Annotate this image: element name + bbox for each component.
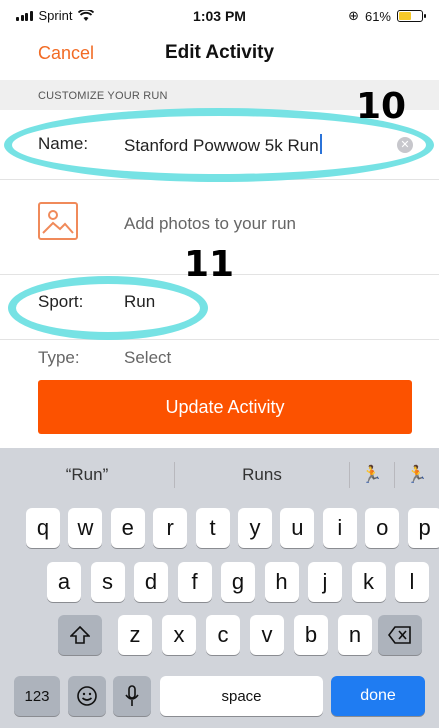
done-key[interactable]: done [331, 676, 425, 716]
smiley-icon [77, 686, 97, 706]
update-activity-button[interactable]: Update Activity [38, 380, 412, 434]
key-z[interactable]: z [118, 615, 152, 655]
key-k[interactable]: k [351, 562, 386, 602]
predictive-bar: “Run” Runs 🏃 🏃 [0, 448, 439, 502]
battery-info: ⊕ 61% [348, 8, 426, 24]
key-c[interactable]: c [206, 615, 240, 655]
dictation-key[interactable] [113, 676, 151, 716]
key-p[interactable]: p [407, 508, 439, 548]
key-n[interactable]: n [338, 615, 372, 655]
battery-percent: 61% [364, 8, 391, 24]
key-s[interactable]: s [90, 562, 125, 602]
key-u[interactable]: u [280, 508, 315, 548]
add-photos-label: Add photos to your run [124, 214, 297, 233]
microphone-icon [125, 685, 139, 706]
key-i[interactable]: i [322, 508, 357, 548]
key-g[interactable]: g [221, 562, 255, 602]
shift-key[interactable] [58, 615, 102, 655]
key-o[interactable]: o [365, 508, 400, 548]
page-title: Edit Activity [164, 42, 275, 63]
section-header-label: CUSTOMIZE YOUR RUN [38, 90, 168, 102]
suggestion-runs[interactable]: Runs [175, 465, 349, 485]
type-value[interactable]: Select [124, 348, 171, 368]
key-a[interactable]: a [47, 562, 81, 602]
key-e[interactable]: e [110, 508, 145, 548]
key-q[interactable]: q [26, 508, 60, 548]
key-x[interactable]: x [162, 615, 196, 655]
shift-icon [70, 626, 90, 644]
nav-bar: Cancel Edit Activity [0, 30, 439, 76]
key-h[interactable]: h [264, 562, 299, 602]
photo-icon [38, 202, 78, 240]
key-j[interactable]: j [308, 562, 342, 602]
sport-highlight-annotation [8, 276, 208, 340]
type-label: Type: [38, 348, 80, 367]
runner-emoji-icon[interactable]: 🏃 [395, 465, 439, 485]
numbers-key[interactable]: 123 [14, 676, 60, 716]
type-row[interactable]: Type: Select [0, 340, 439, 380]
key-r[interactable]: r [153, 508, 188, 548]
backspace-icon [388, 626, 411, 644]
space-key[interactable]: space [160, 676, 323, 716]
key-d[interactable]: d [134, 562, 168, 602]
key-b[interactable]: b [294, 615, 328, 655]
battery-icon [397, 10, 426, 22]
runner-emoji-icon[interactable]: 🏃 [350, 465, 394, 485]
key-v[interactable]: v [250, 615, 284, 655]
keyboard: “Run” Runs 🏃 🏃 qwertyuiop asdfghjkl zxcvbn… [0, 448, 439, 728]
annotation-number-10: 10 [356, 86, 407, 127]
image-icon [42, 210, 74, 234]
key-y[interactable]: y [238, 508, 272, 548]
key-t[interactable]: t [195, 508, 230, 548]
emoji-key[interactable] [68, 676, 106, 716]
alarm-icon: ⊕ [348, 8, 359, 23]
annotation-number-11: 11 [184, 244, 235, 285]
suggestion-quoted[interactable]: “Run” [0, 465, 174, 485]
status-bar: Sprint 1:03 PM ⊕ 61% [0, 0, 439, 30]
delete-key[interactable] [378, 615, 422, 655]
key-w[interactable]: w [68, 508, 103, 548]
key-l[interactable]: l [395, 562, 429, 602]
key-f[interactable]: f [177, 562, 212, 602]
